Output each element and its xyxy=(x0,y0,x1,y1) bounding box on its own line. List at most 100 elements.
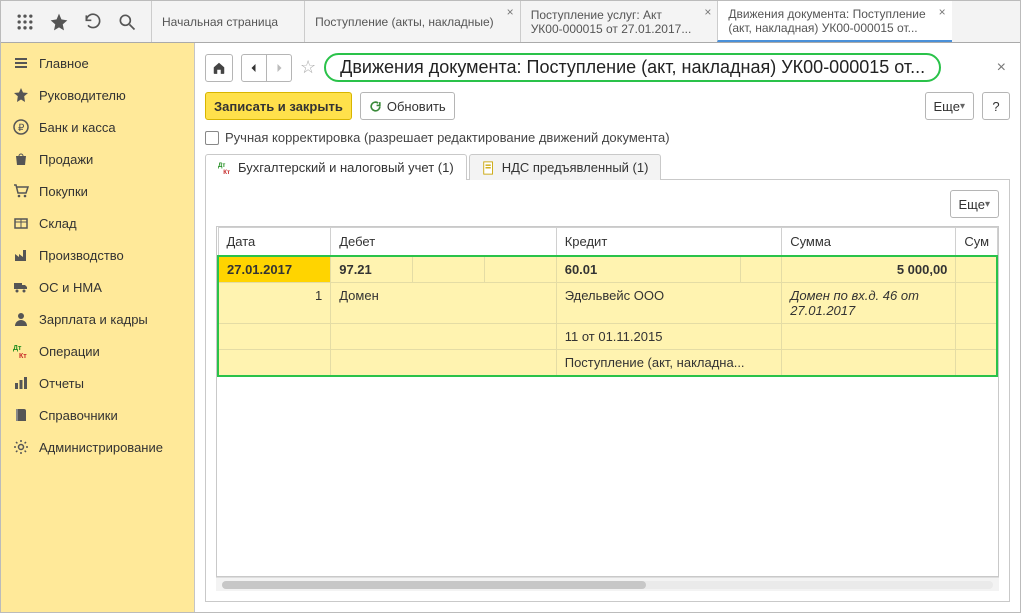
manual-edit-checkbox[interactable] xyxy=(205,131,219,145)
table-header: Дата Дебет Кредит Сумма Сум xyxy=(218,228,997,257)
sidebar-item[interactable]: Администрирование xyxy=(1,431,194,463)
app-tab[interactable]: Поступление (акты, накладные) × xyxy=(304,1,520,42)
horizontal-scrollbar[interactable] xyxy=(216,577,999,591)
sidebar: Главное Руководителю ₽ Банк и касса Продажи П… xyxy=(1,43,195,612)
sidebar-item-label: Операции xyxy=(39,344,100,359)
sidebar-item[interactable]: Отчеты xyxy=(1,367,194,399)
svg-text:Кт: Кт xyxy=(19,353,27,359)
gear-icon xyxy=(13,439,29,455)
grid-more-button[interactable]: Еще xyxy=(950,190,999,218)
cell-credit-a2: 11 от 01.11.2015 xyxy=(556,324,781,350)
entries-table[interactable]: Дата Дебет Кредит Сумма Сум 27.01.2017 9… xyxy=(216,226,999,577)
cell-seq: 1 xyxy=(218,283,331,324)
tab-close-icon[interactable]: × xyxy=(704,5,711,19)
apps-icon[interactable] xyxy=(15,12,35,32)
star-icon[interactable] xyxy=(49,12,69,32)
app-tab[interactable]: Поступление услуг: АктУК00-000015 от 27.… xyxy=(520,1,718,42)
sidebar-item[interactable]: ОС и НМА xyxy=(1,271,194,303)
box-icon xyxy=(13,215,29,231)
help-button[interactable]: ? xyxy=(982,92,1010,120)
tab-accounting-label: Бухгалтерский и налоговый учет (1) xyxy=(238,160,454,175)
tab-vat[interactable]: НДС предъявленный (1) xyxy=(469,154,662,180)
app-tab[interactable]: Начальная страница xyxy=(151,1,304,42)
favorite-star-icon[interactable]: ☆ xyxy=(300,57,316,78)
cell-debit-account: 97.21 xyxy=(331,256,413,283)
svg-text:Кт: Кт xyxy=(223,169,230,175)
refresh-button[interactable]: Обновить xyxy=(360,92,455,120)
sidebar-item[interactable]: Склад xyxy=(1,207,194,239)
sidebar-item[interactable]: Справочники xyxy=(1,399,194,431)
sidebar-item[interactable]: Покупки xyxy=(1,175,194,207)
close-button[interactable]: × xyxy=(993,59,1010,77)
content: ☆ Движения документа: Поступление (акт, … xyxy=(195,43,1020,612)
save-and-close-button[interactable]: Записать и закрыть xyxy=(205,92,352,120)
tab-label: Поступление услуг: Акт xyxy=(531,8,692,22)
document-icon xyxy=(482,161,496,175)
svg-text:Дт: Дт xyxy=(218,162,225,169)
col-date[interactable]: Дата xyxy=(218,228,331,257)
cart-icon xyxy=(13,183,29,199)
svg-text:₽: ₽ xyxy=(18,123,25,134)
bag-icon xyxy=(13,151,29,167)
home-button[interactable] xyxy=(205,54,233,82)
cell-credit-a1: Эдельвейс ООО xyxy=(556,283,781,324)
app-tab[interactable]: Движения документа: Поступление(акт, нак… xyxy=(717,1,951,42)
tab-accounting[interactable]: ДтКт Бухгалтерский и налоговый учет (1) xyxy=(205,154,467,180)
table-row[interactable]: 27.01.2017 97.21 60.01 5 000,00 1 Домен xyxy=(218,256,997,376)
sidebar-item-label: Банк и касса xyxy=(39,120,116,135)
svg-text:Дт: Дт xyxy=(13,345,22,352)
cell-credit-account: 60.01 xyxy=(556,256,740,283)
col-credit[interactable]: Кредит xyxy=(556,228,781,257)
tab-label: Начальная страница xyxy=(162,15,278,29)
sidebar-item[interactable]: Главное xyxy=(1,47,194,79)
history-icon[interactable] xyxy=(83,12,103,32)
sidebar-item-label: Главное xyxy=(39,56,89,71)
tab-close-icon[interactable]: × xyxy=(507,5,514,19)
sidebar-item-label: Отчеты xyxy=(39,376,84,391)
sidebar-item-label: ОС и НМА xyxy=(39,280,102,295)
forward-button[interactable] xyxy=(267,54,292,82)
col-sum2[interactable]: Сум xyxy=(956,228,997,257)
star-icon xyxy=(13,87,29,103)
factory-icon xyxy=(13,247,29,263)
top-bar: Начальная страница Поступление (акты, нак… xyxy=(1,1,1020,43)
sidebar-item-label: Руководителю xyxy=(39,88,126,103)
cell-credit-a3: Поступление (акт, накладна... xyxy=(556,350,781,377)
tab-vat-label: НДС предъявленный (1) xyxy=(502,160,649,175)
sidebar-item[interactable]: Продажи xyxy=(1,143,194,175)
tab-close-icon[interactable]: × xyxy=(939,5,946,19)
book-icon xyxy=(13,407,29,423)
chart-icon xyxy=(13,375,29,391)
col-sum[interactable]: Сумма xyxy=(782,228,956,257)
tab-label: Поступление (акты, накладные) xyxy=(315,15,494,29)
manual-edit-label: Ручная корректировка (разрешает редактир… xyxy=(225,130,670,145)
cell-date: 27.01.2017 xyxy=(218,256,331,283)
sidebar-item-label: Покупки xyxy=(39,184,88,199)
search-icon[interactable] xyxy=(117,12,137,32)
ruble-icon: ₽ xyxy=(13,119,29,135)
tab-sublabel: (акт, накладная) УК00-000015 от... xyxy=(728,21,925,35)
dtkt-icon: ДтКт xyxy=(13,343,29,359)
dtkt-icon: ДтКт xyxy=(218,161,232,175)
tab-label: Движения документа: Поступление xyxy=(728,7,925,21)
sidebar-item-label: Администрирование xyxy=(39,440,163,455)
cell-sum: 5 000,00 xyxy=(782,256,956,283)
back-button[interactable] xyxy=(241,54,267,82)
person-icon xyxy=(13,311,29,327)
sidebar-item[interactable]: Зарплата и кадры xyxy=(1,303,194,335)
refresh-label: Обновить xyxy=(387,99,446,114)
sidebar-item-label: Производство xyxy=(39,248,124,263)
col-debit[interactable]: Дебет xyxy=(331,228,556,257)
menu-icon xyxy=(13,55,29,71)
tab-sublabel: УК00-000015 от 27.01.2017... xyxy=(531,22,692,36)
sidebar-item-label: Зарплата и кадры xyxy=(39,312,148,327)
sidebar-item[interactable]: ₽ Банк и касса xyxy=(1,111,194,143)
cell-desc: Домен по вх.д. 46 от 27.01.2017 xyxy=(782,283,956,324)
cell-debit-analytic: Домен xyxy=(331,283,556,324)
sidebar-item[interactable]: Руководителю xyxy=(1,79,194,111)
more-button[interactable]: Еще xyxy=(925,92,974,120)
sidebar-item[interactable]: ДтКт Операции xyxy=(1,335,194,367)
sidebar-item-label: Справочники xyxy=(39,408,118,423)
sidebar-item[interactable]: Производство xyxy=(1,239,194,271)
sidebar-item-label: Склад xyxy=(39,216,77,231)
